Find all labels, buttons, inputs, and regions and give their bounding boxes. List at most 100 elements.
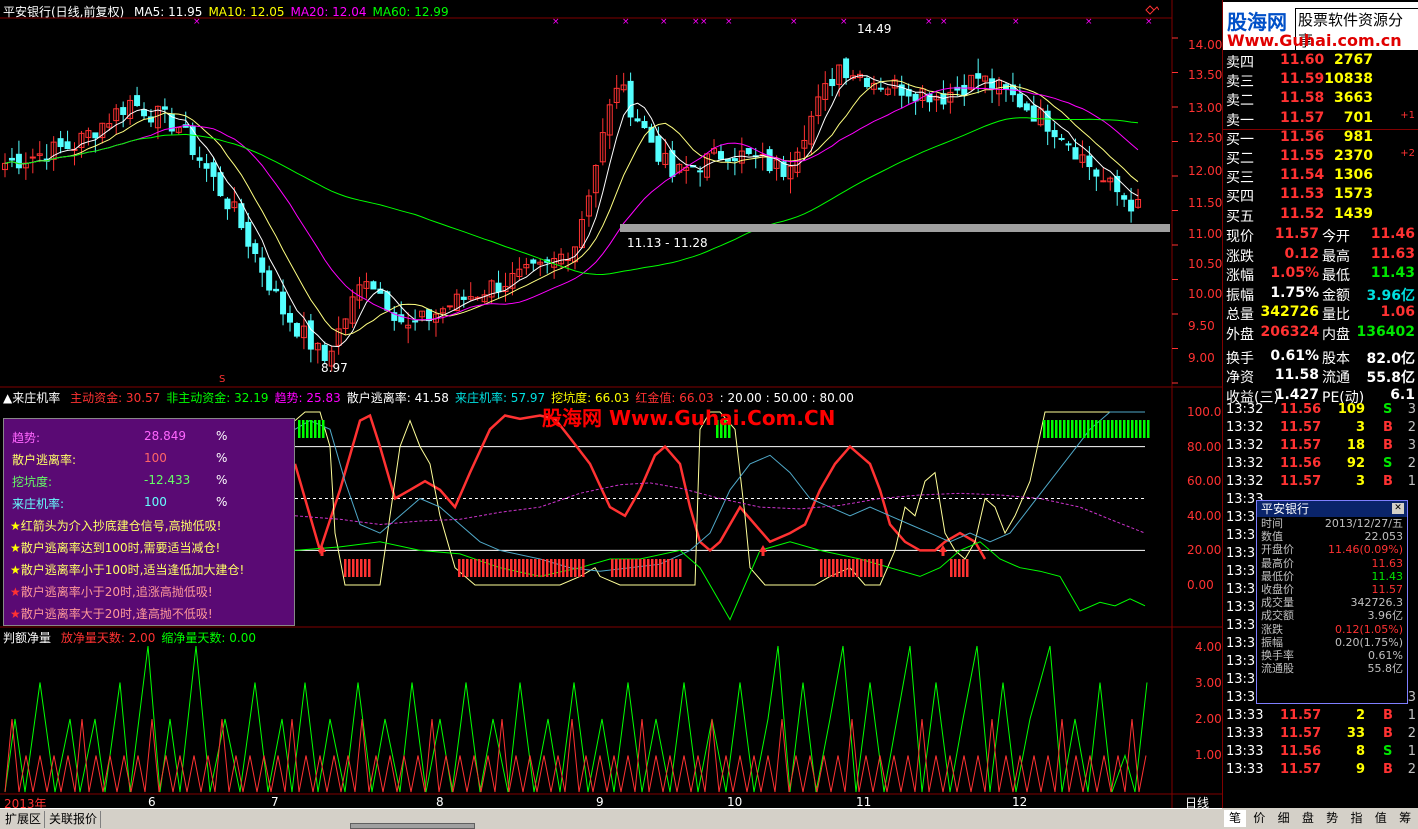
quote-value: 342726 (1260, 304, 1319, 321)
orderbook-volume: 1439 (1334, 205, 1373, 222)
quote-row: 换手 0.61% 股本 82.0亿 (1223, 348, 1418, 367)
red-signal-bar (518, 559, 521, 577)
candle-body (530, 259, 537, 264)
price-tick: 11.50 (1188, 196, 1223, 210)
orderbook-row[interactable]: 买二 11.55 2370 +2 (1223, 148, 1418, 167)
candle-body (224, 198, 231, 210)
right-tab[interactable]: 值 (1370, 810, 1392, 827)
month-label: 7 (271, 795, 279, 809)
candle-body (259, 257, 266, 273)
candle-body (210, 162, 217, 177)
quote-key: 振幅 (1226, 287, 1254, 304)
orderbook-price: 11.59 (1280, 71, 1325, 88)
candle-body (307, 320, 314, 350)
red-signal-bar (856, 559, 859, 577)
orderbook-row[interactable]: 买一 11.56 981 (1223, 129, 1418, 148)
red-signal-bar (506, 559, 509, 577)
x-marker: × (840, 17, 848, 27)
quote-row: 净资 11.58 流通 55.8亿 (1223, 367, 1418, 386)
red-signal-bar (562, 559, 565, 577)
red-signal-bar (844, 559, 847, 577)
green-signal-bar (1075, 420, 1078, 438)
quote-row: 涨幅 1.05% 最低 11.43 (1223, 265, 1418, 284)
tick-row: 13:33 11.57 9 B 2 (1223, 762, 1418, 780)
red-signal-bar (498, 559, 501, 577)
candle-body (975, 73, 982, 79)
tab-related-quotes[interactable]: 关联报价 (46, 811, 102, 828)
price-tick: 12.00 (1188, 164, 1223, 178)
indicator1-value: 来庄机率: 57.97 (454, 391, 546, 405)
tick-side: S (1383, 744, 1393, 759)
tick-time: 13:32 (1226, 402, 1264, 417)
popup-value: 3.96亿 (1367, 609, 1404, 623)
x-marker: × (1085, 17, 1093, 27)
popup-value: 0.12(1.05%) (1334, 622, 1403, 636)
red-signal-bar (360, 559, 363, 577)
quote-key: 量比 (1322, 307, 1350, 324)
month-label: 11 (856, 795, 872, 809)
scrollbar[interactable] (350, 823, 475, 829)
popup-row: 时间 2013/12/27/五 (1257, 517, 1407, 530)
candle-body (370, 281, 377, 290)
candle-body (189, 126, 196, 156)
right-tab[interactable]: 指 (1346, 810, 1368, 827)
tab-expand[interactable]: 扩展区 (2, 811, 46, 828)
popup-key: 收盘价 (1261, 582, 1294, 596)
green-signal-bar (310, 420, 313, 438)
candle-body (745, 148, 752, 155)
quote-value: 0.12 (1284, 245, 1319, 262)
orderbook-volume: 10838 (1324, 71, 1373, 88)
red-signal-bar (458, 559, 461, 577)
quote-value: 3.96亿 (1366, 287, 1415, 304)
red-signal-bar (639, 559, 642, 577)
red-signal-bar (578, 559, 581, 577)
red-signal-bar (958, 559, 961, 577)
legend-key: 来庄机率: (12, 497, 65, 511)
green-signal-bar (1103, 420, 1106, 438)
month-label: 12 (1012, 795, 1028, 809)
red-signal-bar (570, 559, 573, 577)
quote-value: 11.63 (1370, 245, 1415, 262)
orderbook-label: 买二 (1226, 151, 1254, 167)
indicator2-header: 判额净量 放净量天数: 2.00 缩净量天数: 0.00 (3, 629, 256, 646)
candle-body (134, 95, 141, 107)
right-tab[interactable]: 势 (1321, 810, 1343, 827)
green-signal-bar (1127, 420, 1130, 438)
candle-body (64, 141, 71, 150)
orderbook-row[interactable]: 买三 11.54 1306 (1223, 167, 1418, 186)
orderbook-row[interactable]: 卖四 11.60 2767 (1223, 52, 1418, 71)
tick-volume: 109 (1337, 402, 1365, 417)
close-icon[interactable]: ✕ (1392, 503, 1404, 514)
right-tab[interactable]: 笔 (1224, 810, 1246, 827)
tick-price: 11.56 (1280, 402, 1322, 417)
green-signal-bar (1043, 420, 1046, 438)
orderbook-row[interactable]: 买五 11.52 1439 (1223, 206, 1418, 225)
green-signal-bar (1047, 420, 1050, 438)
popup-key: 最高价 (1261, 556, 1294, 570)
right-tab[interactable]: 细 (1273, 810, 1295, 827)
quote-key: 股本 (1322, 350, 1350, 367)
green-signal-bar (1119, 420, 1122, 438)
red-signal-bar (663, 559, 666, 577)
right-tab[interactable]: 价 (1248, 810, 1270, 827)
right-tab[interactable]: 筹 (1394, 810, 1416, 827)
quote-key: 涨幅 (1226, 268, 1254, 285)
indicator1-title: 来庄机率 (12, 391, 61, 405)
legend-note: ★散户逃离率小于100时,适当逢低加大建仓! (10, 561, 244, 578)
red-signal-bar (482, 559, 485, 577)
red-signal-bar (840, 559, 843, 577)
orderbook-row[interactable]: 卖一 11.57 701 +1 (1223, 110, 1418, 130)
green-signal-bar (306, 420, 309, 438)
red-signal-bar (510, 559, 513, 577)
orderbook-row[interactable]: 卖三 11.59 10838 (1223, 71, 1418, 90)
candle-body (57, 138, 64, 148)
orderbook-row[interactable]: 买四 11.53 1573 (1223, 186, 1418, 205)
orderbook-row[interactable]: 卖二 11.58 3663 (1223, 90, 1418, 109)
tick-count: 2 (1407, 762, 1416, 777)
legend-value: 28.849 (144, 429, 186, 443)
tick-price: 11.57 (1280, 762, 1322, 777)
right-tab[interactable]: 盘 (1297, 810, 1319, 827)
green-signal-bar (1131, 420, 1134, 438)
x-marker: × (925, 17, 933, 27)
orderbook-volume: 3663 (1334, 90, 1373, 107)
